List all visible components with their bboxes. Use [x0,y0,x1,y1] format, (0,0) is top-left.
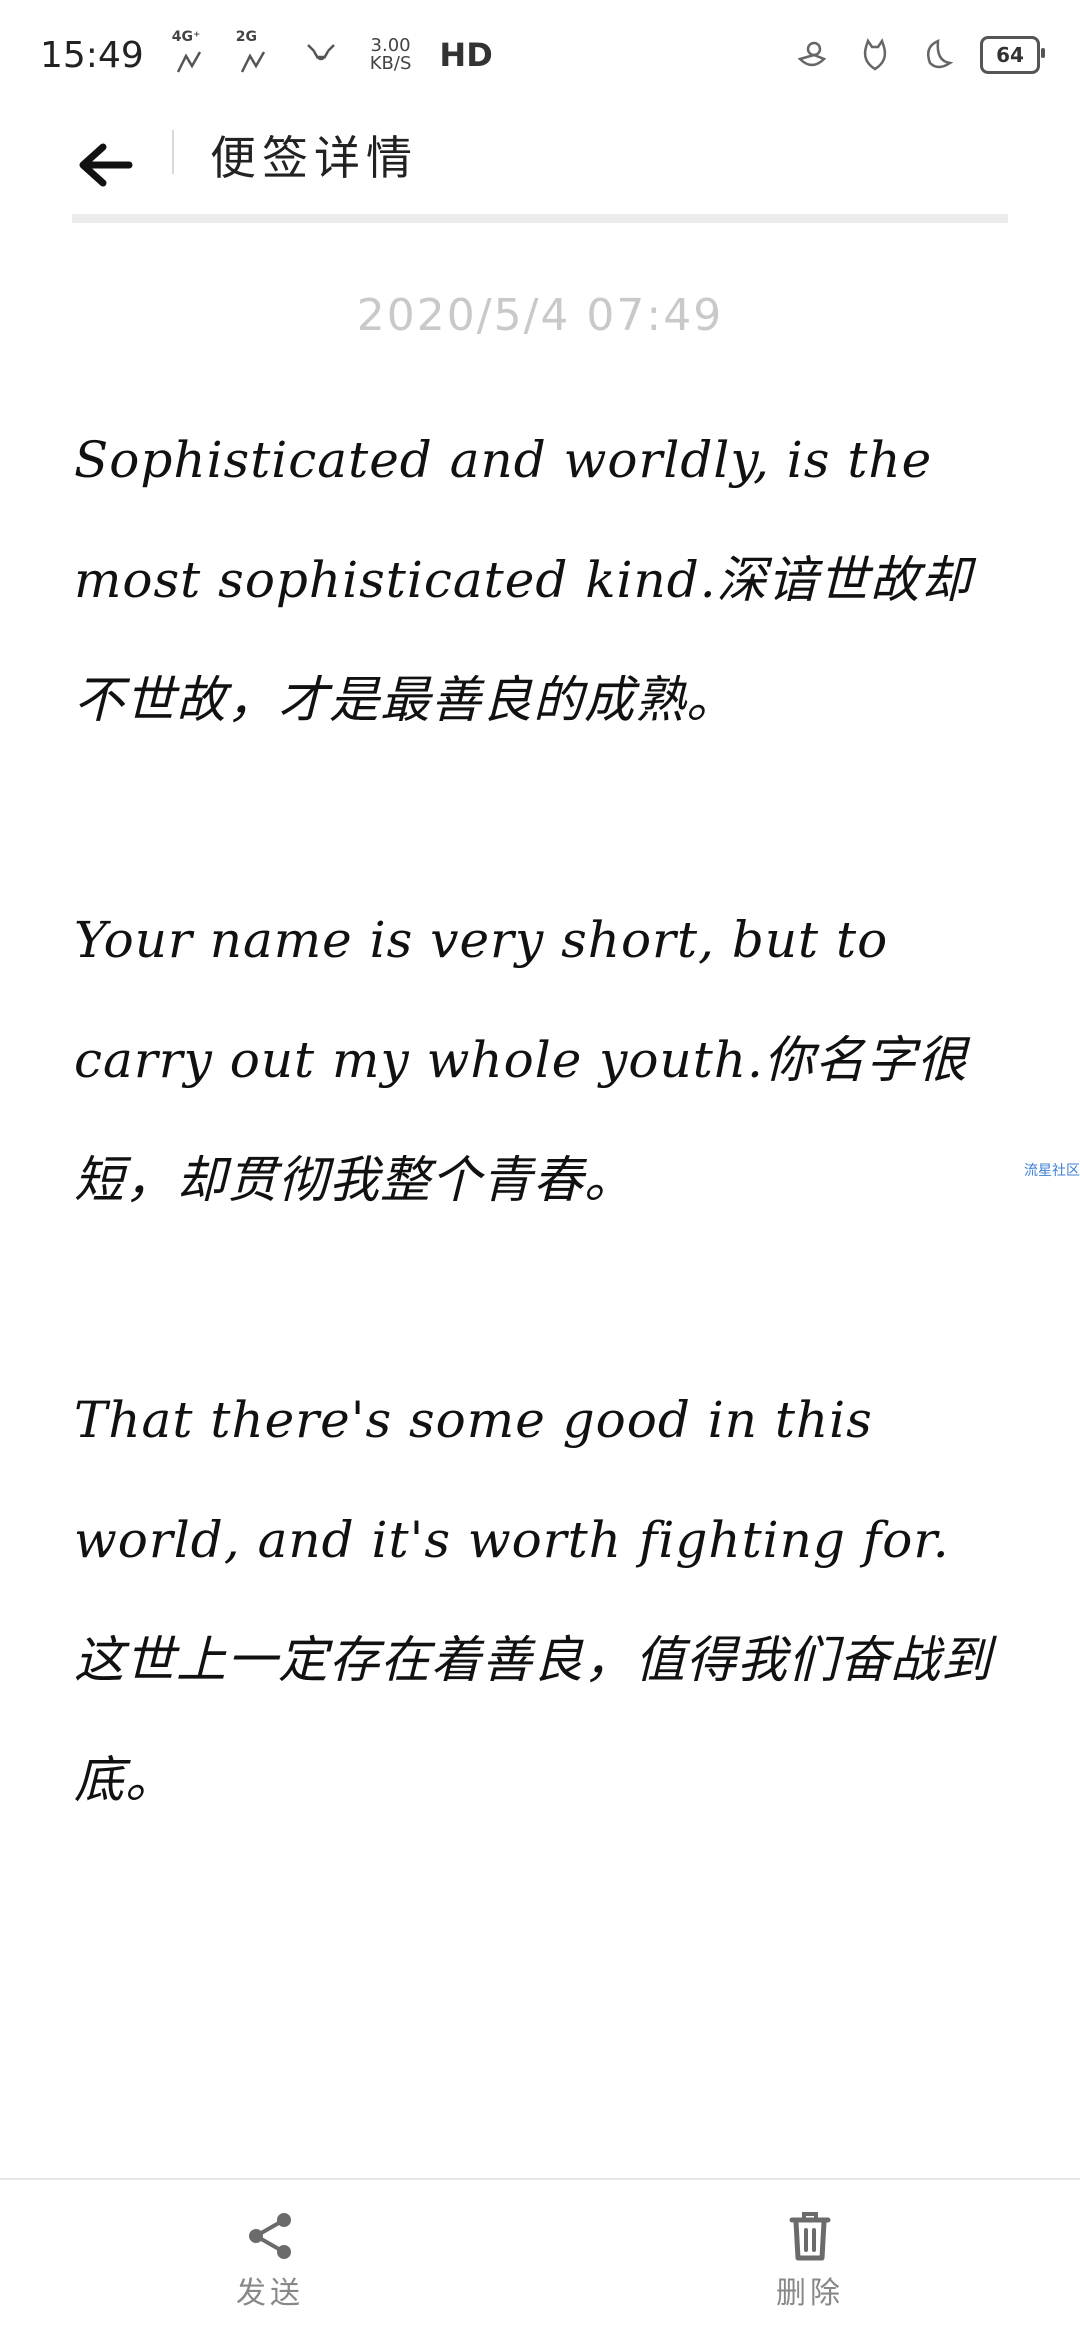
page-title: 便签详情 [210,131,418,185]
note-date: 2020/5/4 07:49 [356,290,724,341]
moon-icon [927,39,954,69]
net-4g-label: 4G⁺ [171,29,201,45]
send-label: 发送 [236,2276,304,2311]
cat-icon [863,38,887,71]
bottom-bar: 发送 删除 [0,2178,1080,2340]
share-icon [249,2213,291,2259]
delete-button[interactable]: 删除 [540,2180,1080,2340]
hd-indicator: HD [439,36,493,74]
header-divider [172,130,174,174]
back-button[interactable] [70,130,140,200]
send-button[interactable]: 发送 [0,2180,540,2340]
battery-indicator: 64 [980,36,1045,74]
net-2g-label: 2G [235,29,257,45]
speed-unit: KB/S [369,53,412,74]
status-right: 64 [794,36,1045,74]
note-paragraph: Your name is very short, but to carry ou… [74,911,968,1209]
note-paragraph: Sophisticated and worldly, is the most s… [74,431,972,729]
trash-icon [789,2212,831,2261]
deer-icon [306,44,335,61]
network-speed: 3.00 KB/S [370,37,412,73]
arrow-left-icon [79,143,133,187]
battery-level: 64 [996,43,1024,67]
watermark: 流星社区 [1024,1163,1080,1179]
status-time: 15:49 [40,34,144,76]
signal-4g-indicator: 4G⁺ [172,30,208,80]
status-bar: 15:49 4G⁺ 2G 3.00 KB/S HD 64 [0,0,1080,110]
signal-icon [176,51,201,73]
header-rule [72,214,1008,223]
status-left: 15:49 4G⁺ 2G 3.00 KB/S HD [40,30,493,80]
note-paragraph: That there's some good in this world, an… [74,1391,992,1809]
delete-label: 删除 [776,2276,844,2311]
duck-icon [797,41,827,67]
header: 便签详情 [0,110,1080,230]
signal-icon [240,51,265,73]
signal-2g-indicator: 2G [236,30,272,80]
note-body: Sophisticated and worldly, is the most s… [74,400,1014,1840]
